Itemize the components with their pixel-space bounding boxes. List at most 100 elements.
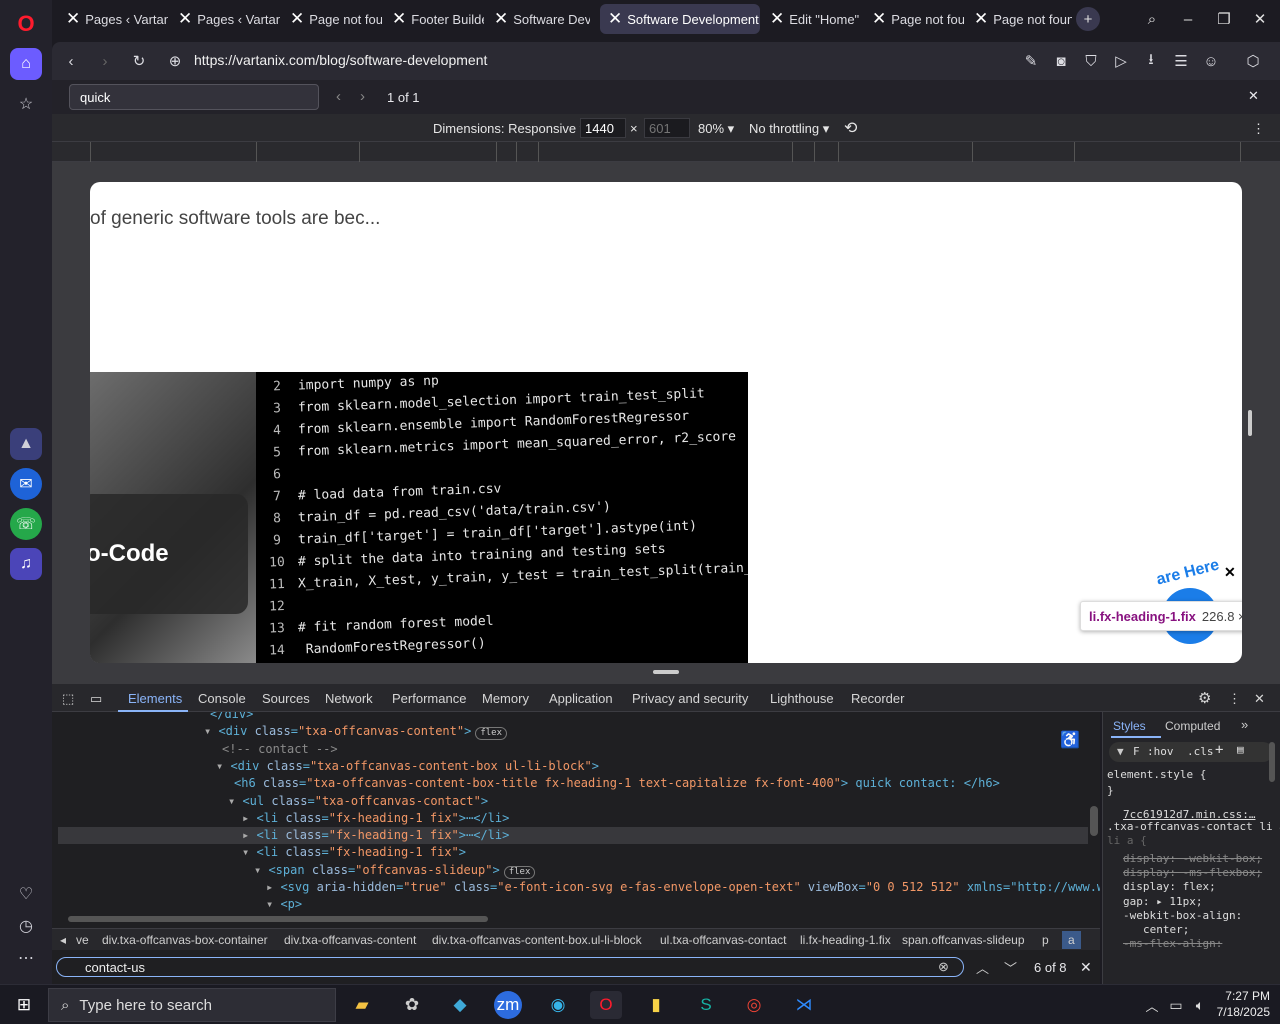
- music-icon[interactable]: ♫: [10, 548, 42, 580]
- dom-node-row[interactable]: </div>: [52, 712, 253, 723]
- breadcrumb-item[interactable]: div.txa-offcanvas-content: [284, 933, 416, 947]
- computed-sidebar-icon[interactable]: ▤: [1237, 743, 1244, 756]
- css-property[interactable]: display: flex;: [1123, 880, 1216, 893]
- css-property[interactable]: -ms-flex-align:: [1123, 937, 1222, 950]
- app-icon[interactable]: ✿: [396, 991, 428, 1019]
- expand-arrow-icon[interactable]: ▾: [266, 897, 280, 911]
- search-next-icon[interactable]: ﹀: [1004, 958, 1017, 977]
- opera-icon[interactable]: O: [590, 991, 622, 1019]
- new-tab-plus-icon[interactable]: +: [1076, 7, 1100, 31]
- aria-icon[interactable]: ▲: [10, 428, 42, 460]
- url-field[interactable]: https://vartanix.com/blog/software-devel…: [194, 52, 487, 68]
- tab-7[interactable]: ✕Page not foun: [864, 4, 964, 34]
- tab-sources[interactable]: Sources: [262, 691, 310, 706]
- settings-gear-icon[interactable]: ⚙: [1198, 689, 1211, 707]
- devtools-search-input[interactable]: [56, 957, 964, 977]
- tab-0[interactable]: ✕ Pages ‹ Vartan: [58, 4, 168, 34]
- tab-memory[interactable]: Memory: [482, 691, 529, 706]
- forward-icon[interactable]: ›: [94, 50, 116, 72]
- expand-arrow-icon[interactable]: ▾: [254, 863, 268, 877]
- resize-handle-right[interactable]: [1248, 410, 1252, 436]
- breadcrumb-item[interactable]: a: [1062, 931, 1081, 949]
- tab-3[interactable]: ✕Footer Builder: [384, 4, 484, 34]
- dom-node-row[interactable]: ▾ <span class="offcanvas-slideup"> flex: [52, 862, 536, 879]
- dom-node-row[interactable]: ▾ <ul class="txa-offcanvas-contact">: [52, 793, 488, 810]
- dimensions-dropdown[interactable]: Dimensions: Responsive ▾: [433, 121, 586, 137]
- tab-1[interactable]: ✕ Pages ‹ Vartan: [170, 4, 280, 34]
- tab-8[interactable]: ✕ Page not foun: [966, 4, 1072, 34]
- crumb-scroll-left-icon[interactable]: ◂: [60, 933, 66, 947]
- dom-node-row[interactable]: ▾ <li class="fx-heading-1 fix">: [52, 844, 466, 861]
- zoom-dropdown[interactable]: 80% ▾: [698, 121, 734, 137]
- inspect-icon[interactable]: ⬚: [62, 691, 74, 707]
- styles-tab[interactable]: Styles: [1113, 719, 1146, 733]
- tab-privacy[interactable]: Privacy and security: [632, 691, 748, 706]
- expand-arrow-icon[interactable]: ▾: [204, 724, 218, 738]
- add-rule-plus-icon[interactable]: +: [1215, 742, 1223, 758]
- search-prev-icon[interactable]: ︿: [976, 958, 989, 977]
- resize-handle-bottom[interactable]: [653, 670, 679, 674]
- width-input[interactable]: [580, 118, 626, 138]
- search-close-icon[interactable]: ✕: [1080, 959, 1092, 976]
- shield-icon[interactable]: ⛉: [1080, 50, 1102, 72]
- windows-start-icon[interactable]: ⊞: [8, 991, 40, 1019]
- accessibility-icon[interactable]: ♿: [1060, 730, 1080, 750]
- camera-icon[interactable]: ◙: [1050, 50, 1072, 72]
- app-diamond-icon[interactable]: ◆: [444, 991, 476, 1019]
- expand-arrow-icon[interactable]: ▾: [228, 794, 242, 808]
- close-window-icon[interactable]: ✕: [1246, 6, 1274, 32]
- elements-hscrollbar[interactable]: [68, 916, 488, 922]
- download-icon[interactable]: ⭳: [1140, 50, 1162, 72]
- chat-close-icon[interactable]: ✕: [1224, 564, 1236, 581]
- volume-icon[interactable]: 🔈︎: [1184, 991, 1216, 1019]
- opera-logo-icon[interactable]: O: [10, 8, 42, 40]
- tab-6[interactable]: ✕ Edit "Home" v: [762, 4, 862, 34]
- device-toggle-icon[interactable]: ▭: [90, 691, 102, 707]
- star-icon[interactable]: ☆: [10, 88, 42, 120]
- tab-network[interactable]: Network: [325, 691, 373, 706]
- css-property[interactable]: center;: [1143, 923, 1189, 936]
- heart-icon[interactable]: ♡: [10, 878, 42, 910]
- device-more-icon[interactable]: ⋮: [1252, 121, 1265, 137]
- tab-5-active[interactable]: ✕ Software Development: [600, 4, 760, 34]
- zoom-icon[interactable]: zm: [494, 991, 522, 1019]
- sublime-icon[interactable]: S: [690, 991, 722, 1019]
- expand-arrow-icon[interactable]: ▸: [242, 811, 256, 825]
- breadcrumb-item[interactable]: p: [1042, 933, 1049, 947]
- dom-node-row[interactable]: ▾ <div class="txa-offcanvas-content-box …: [52, 758, 599, 775]
- tab-elements[interactable]: Elements: [128, 691, 182, 706]
- tab-lighthouse[interactable]: Lighthouse: [770, 691, 834, 706]
- rotate-icon[interactable]: ⟲: [844, 118, 857, 138]
- dom-node-row[interactable]: <h6 class="txa-offcanvas-content-box-tit…: [52, 775, 1000, 792]
- flex-badge[interactable]: flex: [475, 727, 508, 741]
- tab-2[interactable]: ✕Page not foun: [282, 4, 382, 34]
- messenger-icon[interactable]: ✉: [10, 468, 42, 500]
- tab-console[interactable]: Console: [198, 691, 246, 706]
- back-icon[interactable]: ‹: [60, 50, 82, 72]
- tab-4[interactable]: ✕ Software Deve: [486, 4, 590, 34]
- tab-performance[interactable]: Performance: [392, 691, 466, 706]
- taskbar-clock[interactable]: 7:27 PM 7/18/2025: [1214, 988, 1270, 1020]
- devtools-close-icon[interactable]: ✕: [1254, 691, 1265, 707]
- dom-node-row[interactable]: ▾ <p>: [52, 896, 302, 913]
- expand-arrow-icon[interactable]: ▾: [242, 845, 256, 859]
- sticky-notes-icon[interactable]: ▮: [640, 991, 672, 1019]
- file-explorer-icon[interactable]: ▰: [346, 991, 378, 1019]
- dom-node-row[interactable]: ▸ <li class="fx-heading-1 fix">⋯</li>: [52, 810, 509, 827]
- chrome-icon[interactable]: ◎: [738, 991, 770, 1019]
- restore-icon[interactable]: ❐: [1210, 6, 1238, 32]
- breadcrumb-item[interactable]: ve: [76, 933, 89, 947]
- styles-scrollbar[interactable]: [1269, 742, 1275, 782]
- profile-icon[interactable]: ☺: [1200, 50, 1222, 72]
- more-tabs-chevron-icon[interactable]: »: [1241, 717, 1248, 732]
- tab-application[interactable]: Application: [549, 691, 613, 706]
- find-close-icon[interactable]: ✕: [1248, 88, 1259, 104]
- extensions-cube-icon[interactable]: ⬡: [1242, 50, 1264, 72]
- cls-toggle[interactable]: .cls: [1187, 745, 1214, 758]
- menu-lines-icon[interactable]: ☰: [1170, 50, 1192, 72]
- search-tabs-icon[interactable]: ⌕: [1138, 6, 1166, 32]
- minimize-icon[interactable]: –: [1174, 6, 1202, 32]
- css-property[interactable]: gap: ▸ 11px;: [1123, 895, 1202, 908]
- more-icon[interactable]: ⋯: [10, 942, 42, 974]
- reload-icon[interactable]: ↻: [128, 50, 150, 72]
